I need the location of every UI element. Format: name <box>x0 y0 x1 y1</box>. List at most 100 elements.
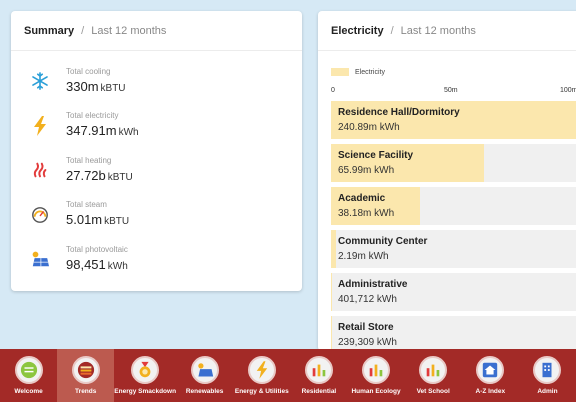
bar-value-label: 239,309 kWh <box>338 337 397 348</box>
medal-icon <box>131 356 160 384</box>
bar-value-label: 65.99m kWh <box>338 165 395 176</box>
summary-separator: / <box>81 24 85 37</box>
bar-chart-icon <box>362 356 391 384</box>
heating-icon <box>29 159 51 181</box>
bar-text: Academic 38.18m kWh <box>338 193 394 219</box>
summary-card: Summary / Last 12 months Total cooling 3… <box>11 11 302 291</box>
nav-label: Renewables <box>185 388 224 395</box>
x-axis: 0 50m 100m <box>318 87 576 101</box>
summary-item-steam: Total steam 5.01m kBTU <box>11 193 302 238</box>
nav-label: Energy & Utilities <box>234 388 289 395</box>
nav-item-trends[interactable]: Trends <box>57 349 115 402</box>
summary-item-cooling: Total cooling 330m kBTU <box>11 59 302 104</box>
summary-subtitle: Last 12 months <box>91 24 167 37</box>
bar-category-label: Science Facility <box>338 150 414 161</box>
bar-chart-icon <box>419 356 448 384</box>
x-tick-label: 0 <box>331 87 335 94</box>
house-icon <box>476 356 505 384</box>
legend-label: Electricity <box>355 68 385 76</box>
bar-category-label: Administrative <box>338 279 408 290</box>
summary-value: 98,451 <box>66 256 106 272</box>
solar-panel-icon <box>29 248 51 270</box>
legend-swatch <box>331 68 349 76</box>
nav-item-vet-school[interactable]: Vet School <box>405 349 462 402</box>
bar-row[interactable]: Residence Hall/Dormitory 240.89m kWh <box>331 101 576 139</box>
bar-category-label: Residence Hall/Dormitory <box>338 107 460 118</box>
electricity-header: Electricity / Last 12 months <box>318 11 576 51</box>
summary-item-photovoltaic: Total photovoltaic 98,451 kWh <box>11 237 302 282</box>
summary-unit: kBTU <box>107 171 133 183</box>
nav-label: Energy Smackdown <box>114 388 177 395</box>
trends-icon <box>71 356 100 384</box>
electricity-subtitle: Last 12 months <box>400 24 476 37</box>
x-tick-label: 100m <box>560 87 576 94</box>
bar-list: Residence Hall/Dormitory 240.89m kWh Scien… <box>318 101 576 354</box>
chart-legend: Electricity <box>318 51 576 81</box>
bar <box>331 230 337 268</box>
nav-label: Trends <box>75 388 97 395</box>
nav-label: Human Ecology <box>351 388 401 395</box>
chat-bubble-icon <box>14 356 43 384</box>
lightning-icon <box>29 115 51 137</box>
summary-unit: kWh <box>107 260 128 272</box>
summary-item-electricity: Total electricity 347.91m kWh <box>11 104 302 149</box>
nav-item-energy-smackdown[interactable]: Energy Smackdown <box>114 349 176 402</box>
nav-label: Residential <box>301 388 337 395</box>
summary-label: Total photovoltaic <box>66 244 128 254</box>
bar-row[interactable]: Community Center 2.19m kWh <box>331 230 576 268</box>
nav-item-renewables[interactable]: Renewables <box>176 349 233 402</box>
nav-item-residential[interactable]: Residential <box>290 349 347 402</box>
electricity-separator: / <box>390 24 394 37</box>
bar-text: Community Center 2.19m kWh <box>338 236 427 262</box>
bar-row[interactable]: Academic 38.18m kWh <box>331 187 576 225</box>
nav-label: Admin <box>537 388 558 395</box>
summary-value: 5.01m <box>66 212 103 228</box>
bar-text: Administrative 401,712 kWh <box>338 279 407 305</box>
bar-row[interactable]: Administrative 401,712 kWh <box>331 273 576 311</box>
snowflake-icon <box>29 70 51 92</box>
summary-value: 330m <box>66 78 99 94</box>
summary-value: 27.72b <box>66 167 106 183</box>
summary-unit: kBTU <box>100 82 126 94</box>
bar-value-label: 2.19m kWh <box>338 251 389 262</box>
bottom-nav: Welcome Trends Energy Smackdown Renewables E… <box>0 349 576 402</box>
lightning-icon <box>247 356 276 384</box>
bar-chart-icon <box>304 356 333 384</box>
summary-header: Summary / Last 12 months <box>11 11 302 51</box>
summary-label: Total steam <box>66 200 107 210</box>
summary-label: Total cooling <box>66 66 111 76</box>
bar-category-label: Retail Store <box>338 322 394 333</box>
summary-title: Summary <box>24 24 75 37</box>
bar-category-label: Community Center <box>338 236 428 247</box>
bar-value-label: 240.89m kWh <box>338 122 400 133</box>
building-icon <box>533 356 562 384</box>
bar-text: Science Facility 65.99m kWh <box>338 150 413 176</box>
summary-unit: kWh <box>118 127 139 139</box>
electricity-card: Electricity / Last 12 months Electricity… <box>318 11 576 354</box>
electricity-title: Electricity <box>331 24 384 37</box>
bar-row[interactable]: Science Facility 65.99m kWh <box>331 144 576 182</box>
nav-item-energy-utilities[interactable]: Energy & Utilities <box>233 349 290 402</box>
summary-label: Total heating <box>66 155 112 165</box>
bar-value-label: 38.18m kWh <box>338 208 395 219</box>
x-tick-label: 50m <box>444 87 458 94</box>
nav-item-human-ecology[interactable]: Human Ecology <box>347 349 404 402</box>
summary-value: 347.91m <box>66 123 117 139</box>
steam-gauge-icon <box>29 204 51 226</box>
nav-item-admin[interactable]: Admin <box>519 349 576 402</box>
bar-value-label: 401,712 kWh <box>338 294 397 305</box>
summary-label: Total electricity <box>66 111 119 121</box>
summary-item-heating: Total heating 27.72b kBTU <box>11 148 302 193</box>
nav-item-welcome[interactable]: Welcome <box>0 349 57 402</box>
nav-label: Vet School <box>416 388 450 395</box>
bar-text: Residence Hall/Dormitory 240.89m kWh <box>338 107 460 133</box>
solar-panel-icon <box>190 356 219 384</box>
bar <box>331 273 332 311</box>
nav-label: A-Z Index <box>475 388 506 395</box>
nav-label: Welcome <box>14 388 43 395</box>
summary-list: Total cooling 330m kBTU Total electricity… <box>11 51 302 282</box>
bar-category-label: Academic <box>338 193 386 204</box>
nav-item-a-z-index[interactable]: A-Z Index <box>462 349 519 402</box>
summary-unit: kBTU <box>104 216 130 228</box>
bar-text: Retail Store 239,309 kWh <box>338 322 397 348</box>
